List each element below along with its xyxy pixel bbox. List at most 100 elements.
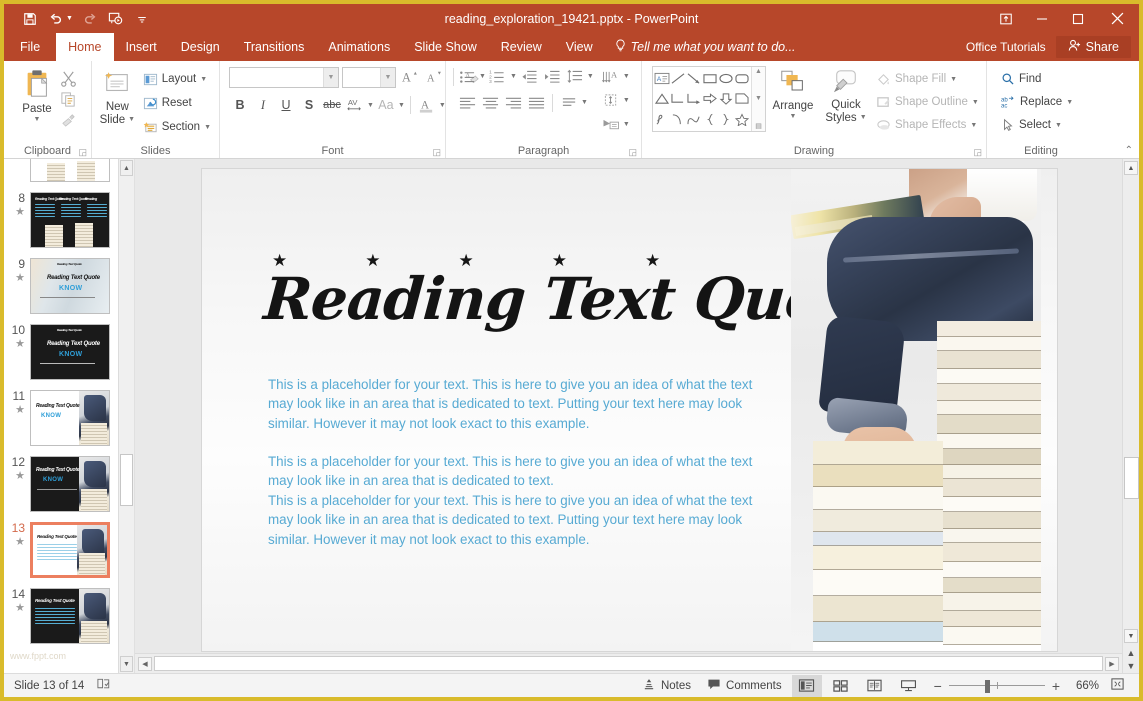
strikethrough-button[interactable]: abc	[321, 94, 343, 116]
thumbnail-image[interactable]: Reading Text Quote Reading Text Quote KN…	[30, 324, 110, 380]
share-button[interactable]: Share	[1056, 36, 1131, 58]
animation-star-icon[interactable]: ★	[15, 602, 25, 614]
text-direction-icon[interactable]: A	[600, 66, 622, 87]
format-painter-icon[interactable]	[60, 112, 77, 129]
shapes-gallery[interactable]: A	[652, 66, 766, 132]
slide-body-paragraph-3[interactable]: This is a placeholder for your text. Thi…	[268, 491, 778, 549]
section-button[interactable]: Section ▼	[139, 116, 215, 138]
list-item[interactable]: 11 ★ Reading Text Quote KNOW	[4, 385, 134, 451]
animation-star-icon[interactable]: ★	[15, 536, 25, 548]
horizontal-scrollbar[interactable]: ◀ ▶	[135, 653, 1122, 673]
bold-button[interactable]: B	[229, 94, 251, 116]
tab-review[interactable]: Review	[489, 33, 554, 61]
shape-ellipse-icon[interactable]	[718, 68, 734, 89]
shape-curve-icon[interactable]	[686, 109, 702, 130]
shape-rounded-rect-icon[interactable]	[734, 68, 750, 89]
shape-elbow-arrow-icon[interactable]	[686, 89, 702, 110]
collapse-ribbon-icon[interactable]: ⌃	[1125, 145, 1133, 156]
shape-pentagon-icon[interactable]	[734, 89, 750, 110]
font-size-box[interactable]: ▼	[342, 67, 396, 88]
list-item[interactable]: 12 ★ Reading Text Quote KNOW	[4, 451, 134, 517]
align-left-icon[interactable]	[456, 92, 478, 113]
font-color-button[interactable]: A	[416, 94, 438, 116]
arrange-button[interactable]: Arrange ▼	[766, 66, 820, 120]
character-spacing-dropdown-icon[interactable]: ▼	[367, 102, 374, 109]
thumbnail-scroll-up-icon[interactable]: ▲	[120, 160, 133, 176]
list-item[interactable]: 14 ★ Reading Text Quote	[4, 583, 134, 649]
tab-transitions[interactable]: Transitions	[232, 33, 317, 61]
quick-styles-button[interactable]: Quick Styles ▼	[820, 66, 872, 124]
shape-line-icon[interactable]	[670, 68, 686, 89]
vertical-scroll-track[interactable]	[1124, 177, 1139, 629]
undo-dropdown-icon[interactable]: ▼	[66, 15, 76, 22]
change-case-dropdown-icon[interactable]: ▼	[398, 102, 405, 109]
normal-view-button[interactable]	[792, 675, 822, 697]
minimize-button[interactable]	[1024, 4, 1060, 33]
ribbon-display-options-icon[interactable]	[988, 4, 1024, 33]
paragraph-dialog-launcher[interactable]: ◲	[628, 147, 637, 158]
horizontal-scroll-track[interactable]	[154, 656, 1103, 671]
layout-dropdown-icon[interactable]: ▼	[200, 76, 207, 83]
copy-icon[interactable]	[60, 91, 77, 108]
new-slide-button[interactable]: New Slide ▼	[96, 66, 139, 126]
increase-indent-icon[interactable]	[541, 66, 563, 87]
previous-slide-icon[interactable]: ▲	[1127, 648, 1136, 658]
increase-font-size-icon[interactable]: A	[399, 66, 421, 88]
gallery-more-icon[interactable]: ▤	[755, 122, 762, 130]
animation-star-icon[interactable]: ★	[15, 404, 25, 416]
zoom-out-button[interactable]: −	[934, 678, 942, 694]
shape-fill-dropdown-icon[interactable]: ▼	[950, 76, 957, 83]
animation-star-icon[interactable]: ★	[15, 338, 25, 350]
smartart-dropdown-icon[interactable]: ▼	[623, 121, 630, 128]
thumbnail-image[interactable]: Reading Text Quote Reading Text Quote Re…	[30, 192, 110, 248]
font-name-dropdown-icon[interactable]: ▼	[323, 68, 338, 87]
slide-body-paragraph-2[interactable]: This is a placeholder for your text. Thi…	[268, 452, 778, 491]
convert-to-smartart-icon[interactable]	[600, 114, 622, 135]
quick-styles-dropdown-icon[interactable]: ▼	[860, 112, 867, 124]
close-button[interactable]	[1096, 4, 1139, 33]
character-spacing-button[interactable]: AV	[344, 94, 366, 116]
zoom-in-button[interactable]: +	[1052, 678, 1060, 694]
slide-thumbnail-pane[interactable]: 7 ★ 8 ★	[4, 159, 135, 673]
tab-insert[interactable]: Insert	[114, 33, 169, 61]
customize-qat-icon[interactable]	[130, 8, 154, 30]
select-button[interactable]: Select ▼	[997, 114, 1077, 136]
drawing-dialog-launcher[interactable]: ◲	[973, 147, 982, 158]
account-name[interactable]: Office Tutorials	[956, 40, 1056, 54]
text-direction-dropdown-icon[interactable]: ▼	[623, 73, 630, 80]
zoom-percentage[interactable]: 66%	[1067, 680, 1099, 692]
find-button[interactable]: Find	[997, 68, 1077, 90]
line-spacing-icon[interactable]	[564, 66, 586, 87]
gallery-scroll-down-icon[interactable]: ▼	[755, 95, 762, 102]
justify-icon[interactable]	[525, 92, 547, 113]
shape-right-brace-icon[interactable]	[718, 109, 734, 130]
shape-right-arrow-icon[interactable]	[702, 89, 718, 110]
shape-rectangle-icon[interactable]	[702, 68, 718, 89]
shape-down-arrow-icon[interactable]	[718, 89, 734, 110]
thumbnail-image-selected[interactable]: Reading Text Quote	[30, 522, 110, 578]
slide-show-view-button[interactable]	[894, 675, 924, 697]
notes-button[interactable]: Notes	[636, 675, 697, 697]
thumbnail-image[interactable]: Reading Text Quote KNOW	[30, 456, 110, 512]
next-slide-icon[interactable]: ▼	[1127, 661, 1136, 671]
shape-effects-dropdown-icon[interactable]: ▼	[970, 122, 977, 129]
animation-star-icon[interactable]: ★	[15, 206, 25, 218]
text-shadow-button[interactable]: S	[298, 94, 320, 116]
thumbnail-scroll-track[interactable]	[119, 177, 134, 655]
zoom-slider-handle[interactable]	[985, 680, 990, 693]
reset-button[interactable]: Reset	[139, 92, 215, 114]
columns-icon[interactable]	[558, 92, 580, 113]
scroll-up-icon[interactable]: ▲	[1124, 161, 1138, 175]
shape-elbow-connector-icon[interactable]	[670, 89, 686, 110]
layout-button[interactable]: Layout ▼	[139, 68, 215, 90]
shape-outline-button[interactable]: Shape Outline ▼	[872, 91, 983, 113]
reading-view-button[interactable]	[860, 675, 890, 697]
list-item[interactable]: 8 ★ Reading Text Quote Reading Text Quot…	[4, 187, 134, 253]
clipboard-dialog-launcher[interactable]: ◲	[78, 147, 87, 158]
thumbnail-image[interactable]: Reading Text Quote	[30, 588, 110, 644]
cut-icon[interactable]	[60, 70, 77, 87]
shape-textbox-icon[interactable]: A	[654, 68, 670, 89]
shapes-gallery-scrollbar[interactable]: ▲ ▼ ▤	[751, 67, 765, 131]
shape-fill-button[interactable]: Shape Fill ▼	[872, 68, 983, 90]
scroll-left-icon[interactable]: ◀	[138, 657, 152, 671]
